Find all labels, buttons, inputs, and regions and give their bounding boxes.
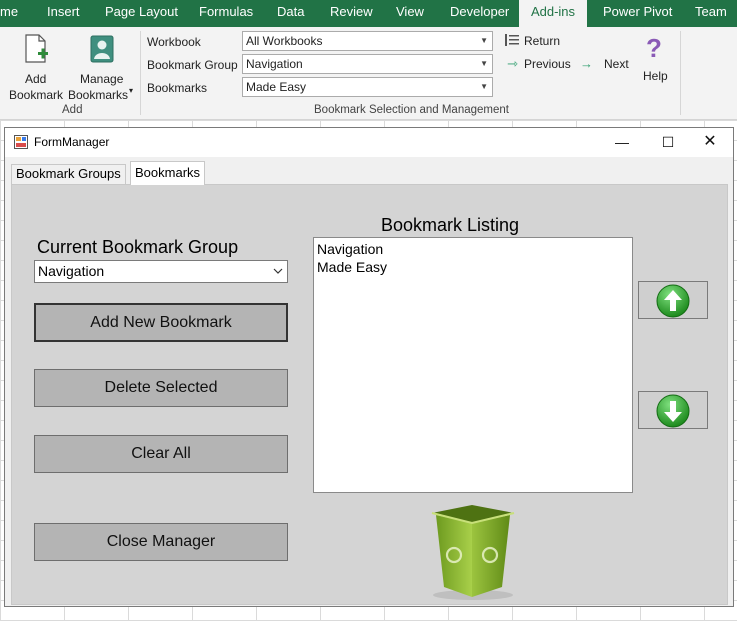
previous-button[interactable]: ⇾ Previous — [504, 55, 572, 73]
tab-addins[interactable]: Add-ins — [519, 0, 587, 27]
recycle-bin-icon[interactable] — [426, 501, 520, 601]
close-window-button[interactable]: ✕ — [687, 128, 733, 157]
tab-developer[interactable]: Developer — [450, 0, 509, 27]
chevron-down-icon: ▼ — [480, 82, 488, 91]
ribbon: Add Bookmark Manage Bookmarks ▾ Add Work… — [0, 27, 737, 120]
workbook-combo[interactable]: All Workbooks ▼ — [242, 31, 493, 51]
bookmark-listing-heading: Bookmark Listing — [381, 215, 520, 235]
bookmarks-tab-panel: Current Bookmark Group Navigation Add Ne… — [11, 184, 728, 605]
minimize-icon: — — [615, 134, 629, 150]
delete-selected-button[interactable]: Delete Selected — [34, 369, 288, 407]
bookmark-group-label: Bookmark Group — [147, 58, 238, 72]
help-button[interactable]: ? Help — [640, 31, 672, 87]
close-icon: ✕ — [703, 133, 717, 150]
title-bar[interactable]: FormManager — ☐ ✕ — [5, 128, 733, 157]
arrow-left-icon: ⇾ — [507, 56, 518, 71]
form-manager-window: FormManager — ☐ ✕ Bookmark Groups Bookma… — [4, 127, 734, 607]
current-group-value: Navigation — [38, 263, 105, 279]
page-plus-icon — [25, 34, 48, 63]
list-item[interactable]: Made Easy — [317, 258, 629, 276]
tab-power-pivot[interactable]: Power Pivot — [603, 0, 672, 27]
add-bookmark-label-2: Bookmark — [9, 88, 64, 102]
tab-data[interactable]: Data — [277, 0, 304, 27]
person-card-icon — [90, 35, 114, 63]
clear-all-button[interactable]: Clear All — [34, 435, 288, 473]
tab-view[interactable]: View — [396, 0, 424, 27]
group-separator — [680, 31, 681, 115]
list-return-icon — [505, 34, 519, 46]
tab-bookmark-groups[interactable]: Bookmark Groups — [11, 164, 126, 184]
tab-team[interactable]: Team — [695, 0, 727, 27]
bookmark-group-combo[interactable]: Navigation ▼ — [242, 54, 493, 74]
manage-bookmarks-label-1: Manage — [80, 72, 124, 86]
close-manager-button[interactable]: Close Manager — [34, 523, 288, 561]
move-down-button[interactable] — [638, 391, 708, 429]
maximize-button[interactable]: ☐ — [645, 128, 691, 157]
bookmark-listbox[interactable]: Navigation Made Easy — [313, 237, 633, 493]
bookmarks-label: Bookmarks — [147, 81, 208, 95]
selection-group-label: Bookmark Selection and Management — [314, 104, 509, 116]
window-title: FormManager — [34, 135, 110, 149]
next-label: Next — [604, 57, 629, 71]
bookmarks-combo-value: Made Easy — [246, 80, 307, 94]
question-mark-icon: ? — [646, 33, 662, 63]
tab-formulas[interactable]: Formulas — [199, 0, 253, 27]
minimize-button[interactable]: — — [599, 128, 645, 157]
group-separator — [140, 31, 141, 115]
return-label: Return — [524, 34, 561, 48]
tab-bookmarks[interactable]: Bookmarks — [130, 161, 206, 185]
move-up-button[interactable] — [638, 281, 708, 319]
add-new-bookmark-button[interactable]: Add New Bookmark — [34, 303, 288, 342]
add-bookmark-button[interactable]: Add Bookmark — [8, 30, 64, 102]
current-group-dropdown[interactable]: Navigation — [34, 260, 288, 283]
tab-page-layout[interactable]: Page Layout — [105, 0, 178, 27]
arrow-right-icon: → — [580, 56, 593, 71]
maximize-icon: ☐ — [661, 134, 675, 150]
next-button[interactable]: → Next — [580, 55, 632, 73]
bookmark-group-combo-value: Navigation — [246, 57, 303, 71]
bookmarks-combo[interactable]: Made Easy ▼ — [242, 77, 493, 97]
manage-bookmarks-label-2: Bookmarks — [68, 88, 129, 102]
tab-insert[interactable]: Insert — [47, 0, 80, 27]
previous-label: Previous — [524, 57, 571, 71]
help-label: Help — [643, 69, 668, 83]
tab-review[interactable]: Review — [330, 0, 373, 27]
chevron-down-icon: ▼ — [480, 36, 488, 45]
up-arrow-icon — [656, 284, 690, 318]
chevron-down-icon: ▾ — [129, 86, 134, 95]
tab-home[interactable]: me — [0, 0, 18, 27]
workbook-label: Workbook — [147, 35, 201, 49]
down-arrow-icon — [656, 394, 690, 428]
manage-bookmarks-button[interactable]: Manage Bookmarks ▾ — [67, 30, 137, 102]
ribbon-tab-bar: me Insert Page Layout Formulas Data Revi… — [0, 0, 737, 27]
chevron-down-icon: ▼ — [480, 59, 488, 68]
workbook-combo-value: All Workbooks — [246, 34, 323, 48]
return-button[interactable]: Return — [504, 32, 564, 50]
list-item[interactable]: Navigation — [317, 240, 629, 258]
add-group-label: Add — [62, 104, 83, 116]
chevron-down-icon — [273, 268, 283, 274]
current-group-heading: Current Bookmark Group — [37, 237, 239, 257]
app-form-icon — [14, 135, 28, 149]
add-bookmark-label-1: Add — [25, 72, 47, 86]
